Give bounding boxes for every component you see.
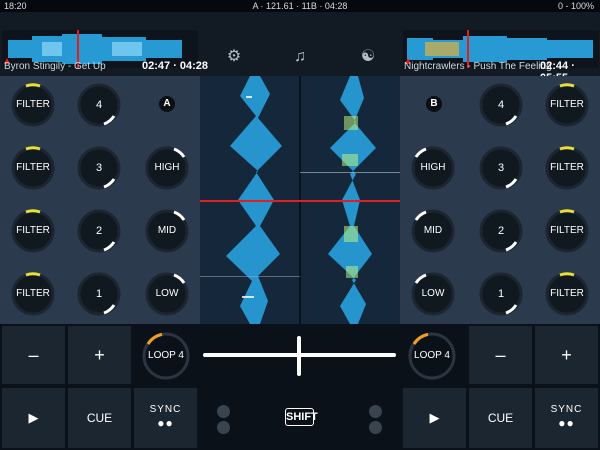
deck-b-filter-knob-2-label: FILTER	[550, 162, 584, 173]
deck-a-eq-knob-2-label: MID	[157, 225, 177, 236]
deck-a-hotcue-knob-4-label: 1	[95, 288, 103, 300]
deck-b-eq-knob-3-label: LOW	[421, 288, 445, 299]
deck-b-cue-button[interactable]: CUE	[469, 388, 532, 448]
status-center-info: A · 121.61 · 11B · 04:28	[252, 1, 348, 11]
deck-a-filter-knob-2-label: FILTER	[16, 162, 50, 173]
deck-a-hotcue-knob-1-label: 4	[95, 99, 103, 111]
settings-gear-icon[interactable]: ⚙	[224, 47, 244, 67]
deck-b-filter-knob-3[interactable]: FILTER	[544, 208, 590, 254]
status-battery: 0 - 100%	[557, 1, 594, 11]
right-pad-dot-top[interactable]	[369, 405, 382, 418]
deck-b-filter-knob-1-label: FILTER	[550, 99, 584, 110]
deck-b-hotcue-knob-3-label: 2	[497, 225, 505, 237]
deck-b-play-button[interactable]: ▶	[403, 388, 466, 448]
deck-a-sync-dots: ●●	[157, 416, 174, 430]
deck-b-hotcue-knob-2-label: 3	[497, 162, 505, 174]
deck-a-sync-label: SYNC	[149, 404, 182, 415]
deck-a-pitch-plus-button[interactable]: +	[68, 326, 131, 384]
deck-a-eq-knob-1[interactable]: HIGH	[144, 145, 190, 191]
deck-b-loop-label: LOOP 4	[414, 350, 450, 361]
deck-a-hotcue-knob-1[interactable]: 4	[76, 82, 122, 128]
deck-b-eq-knob-2[interactable]: MID	[410, 208, 456, 254]
deck-a-eq-knob-3-label: LOW	[155, 288, 179, 299]
music-library-icon[interactable]: ♫	[290, 47, 310, 67]
right-pad-dot-bottom[interactable]	[369, 421, 382, 434]
deck-a-hotcue-knob-4[interactable]: 1	[76, 271, 122, 317]
deck-a-hotcue-knob-2[interactable]: 3	[76, 145, 122, 191]
deck-b-hotcue-knob-2[interactable]: 3	[478, 145, 524, 191]
deck-b-pitch-minus-button[interactable]: –	[469, 326, 532, 384]
deck-b-sync-label: SYNC	[550, 404, 583, 415]
deck-a-track-title: Byron Stingily - Get Up	[4, 61, 106, 72]
deck-a-hotcue-knob-3[interactable]: 2	[76, 208, 122, 254]
left-pad-dot-top[interactable]	[217, 405, 230, 418]
crossfader-handle[interactable]	[297, 336, 301, 376]
deck-b-filter-knob-4-label: FILTER	[550, 288, 584, 299]
deck-b-hotcue-knob-1[interactable]: 4	[478, 82, 524, 128]
deck-a-cue-button[interactable]: CUE	[68, 388, 131, 448]
deck-a-filter-knob-1[interactable]: FILTER	[10, 82, 56, 128]
deck-b-hotcue-knob-3[interactable]: 2	[478, 208, 524, 254]
deck-b-sync-button[interactable]: SYNC ●●	[535, 388, 598, 448]
deck-a-filter-knob-4[interactable]: FILTER	[10, 271, 56, 317]
deck-a-filter-knob-2[interactable]: FILTER	[10, 145, 56, 191]
deck-b-filter-knob-3-label: FILTER	[550, 225, 584, 236]
mode-toggle-icon[interactable]: ☯	[358, 47, 378, 67]
deck-b-eq-knob-1-label: HIGH	[420, 162, 446, 173]
deck-a-loop-label: LOOP 4	[148, 350, 184, 361]
deck-b-badge: B	[426, 96, 442, 112]
deck-a-eq-knob-2[interactable]: MID	[144, 208, 190, 254]
deck-a-filter-knob-4-label: FILTER	[16, 288, 50, 299]
left-pad-dot-bottom[interactable]	[217, 421, 230, 434]
deck-b-track-title: Nightcrawlers - Push The Feeling	[404, 61, 552, 72]
deck-b-hotcue-knob-4[interactable]: 1	[478, 271, 524, 317]
deck-b-hotcue-knob-4-label: 1	[497, 288, 505, 300]
deck-a-filter-knob-3-label: FILTER	[16, 225, 50, 236]
deck-a-filter-knob-3[interactable]: FILTER	[10, 208, 56, 254]
deck-b-sync-dots: ●●	[558, 416, 575, 430]
deck-b-filter-knob-1[interactable]: FILTER	[544, 82, 590, 128]
shift-button[interactable]: SHIFT	[285, 408, 318, 426]
deck-b-eq-knob-2-label: MID	[423, 225, 443, 236]
deck-a-loop-knob[interactable]: LOOP 4	[140, 330, 192, 382]
deck-b-pitch-plus-button[interactable]: +	[535, 326, 598, 384]
deck-b-eq-knob-3[interactable]: LOW	[410, 271, 456, 317]
deck-a-eq-knob-1-label: HIGH	[154, 162, 180, 173]
deck-b-filter-knob-4[interactable]: FILTER	[544, 271, 590, 317]
deck-b-eq-knob-1[interactable]: HIGH	[410, 145, 456, 191]
deck-a-hotcue-knob-2-label: 3	[95, 162, 103, 174]
deck-b-loop-knob[interactable]: LOOP 4	[406, 330, 458, 382]
deck-b-hotcue-knob-1-label: 4	[497, 99, 505, 111]
status-bar: 18:20 A · 121.61 · 11B · 04:28 0 - 100%	[0, 0, 600, 12]
deck-a-eq-knob-3[interactable]: LOW	[144, 271, 190, 317]
deck-a-filter-knob-1-label: FILTER	[16, 99, 50, 110]
deck-a-track-time: 02:47 · 04:28	[142, 60, 209, 72]
center-scrolling-waveforms[interactable]	[200, 76, 400, 324]
deck-a-sync-button[interactable]: SYNC ●●	[134, 388, 197, 448]
deck-b-filter-knob-2[interactable]: FILTER	[544, 145, 590, 191]
deck-a-pitch-minus-button[interactable]: –	[2, 326, 65, 384]
deck-a-play-button[interactable]: ▶	[2, 388, 65, 448]
deck-a-badge: A	[159, 96, 175, 112]
deck-a-hotcue-knob-3-label: 2	[95, 225, 103, 237]
